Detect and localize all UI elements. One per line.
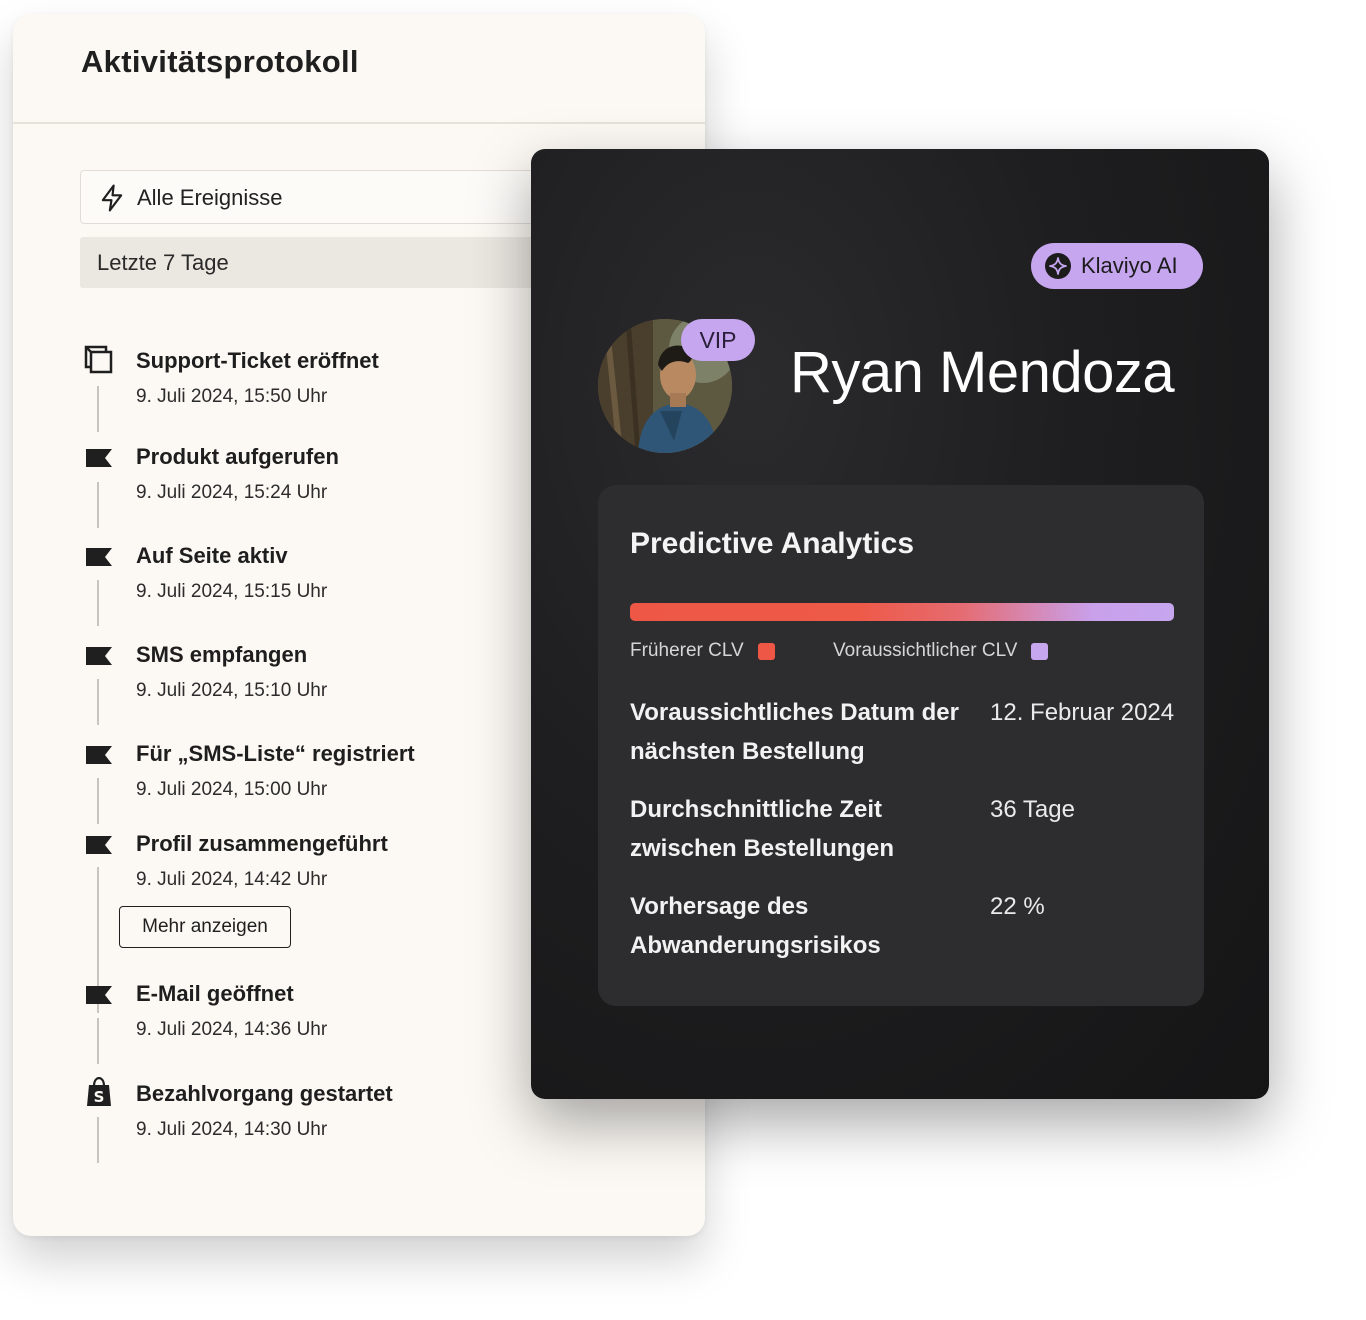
metric-value: 36 Tage xyxy=(990,796,1075,823)
flag-icon xyxy=(86,746,112,764)
timeline-connector xyxy=(97,580,99,626)
event-time: 9. Juli 2024, 15:10 Uhr xyxy=(136,680,328,701)
timeline-connector xyxy=(97,679,99,725)
panel-title: Predictive Analytics xyxy=(630,527,915,560)
vip-badge: VIP xyxy=(681,319,755,361)
event-time: 9. Juli 2024, 15:00 Uhr xyxy=(136,779,328,800)
legend-predicted-clv: Voraussichtlicher CLV xyxy=(833,639,1049,663)
legend-predicted-label: Voraussichtlicher CLV xyxy=(833,640,1018,661)
event-title: Profil zusammengeführt xyxy=(136,831,388,856)
event-time: 9. Juli 2024, 14:36 Uhr xyxy=(136,1019,328,1040)
event-time: 9. Juli 2024, 15:24 Uhr xyxy=(136,482,328,503)
legend-past-swatch xyxy=(757,642,775,660)
timeline-connector xyxy=(97,482,99,528)
svg-text:S: S xyxy=(94,1088,105,1106)
event-title: Produkt aufgerufen xyxy=(136,444,339,469)
metric-label: Vorhersage des Abwanderungsrisikos xyxy=(630,893,881,959)
metric-value: 12. Februar 2024 xyxy=(990,699,1175,726)
legend-past-label: Früherer CLV xyxy=(630,640,744,661)
metric-value: 22 % xyxy=(990,893,1045,920)
timeline-connector xyxy=(97,778,99,824)
sparkle-icon xyxy=(1045,253,1071,279)
support-ticket-icon xyxy=(84,345,113,374)
event-title: Auf Seite aktiv xyxy=(136,543,288,568)
event-time: 9. Juli 2024, 15:15 Uhr xyxy=(136,581,328,602)
flag-icon xyxy=(86,836,112,854)
metric-label: Voraussichtliches Datum der nächsten Bes… xyxy=(630,699,959,765)
flag-icon xyxy=(86,548,112,566)
event-time: 9. Juli 2024, 15:50 Uhr xyxy=(136,386,328,407)
timeline-connector xyxy=(97,1117,99,1163)
event-title: SMS empfangen xyxy=(136,642,308,667)
event-time: 9. Juli 2024, 14:30 Uhr xyxy=(136,1119,328,1140)
timeline-connector xyxy=(97,1018,99,1064)
metric-label: Durchschnittliche Zeit zwischen Bestellu… xyxy=(630,796,895,862)
event-time: 9. Juli 2024, 14:42 Uhr xyxy=(136,869,328,890)
flag-icon xyxy=(86,449,112,467)
stage: Aktivitätsprotokoll Alle Ereignisse Letz… xyxy=(0,0,1366,1320)
customer-profile-card: Klaviyo AI VIP Ryan Mendoza Predictive A… xyxy=(531,149,1269,1099)
show-more-button[interactable]: Mehr anzeigen xyxy=(119,906,291,948)
flag-icon xyxy=(86,986,112,1004)
klaviyo-ai-badge[interactable]: Klaviyo AI xyxy=(1031,243,1203,289)
event-title: E-Mail geöffnet xyxy=(136,981,294,1006)
flag-icon xyxy=(86,647,112,665)
event-title: Für „SMS-Liste“ registriert xyxy=(136,741,415,766)
legend-past-clv: Früherer CLV xyxy=(630,639,775,663)
customer-name: Ryan Mendoza xyxy=(790,340,1175,405)
timeline-connector xyxy=(97,386,99,432)
shopify-bag-icon: S xyxy=(87,1077,111,1106)
event-title: Support-Ticket eröffnet xyxy=(136,348,379,373)
predictive-analytics-panel: Predictive Analytics Früherer CLV Voraus… xyxy=(598,485,1204,1006)
klaviyo-ai-label: Klaviyo AI xyxy=(1081,253,1178,278)
event-title: Bezahlvorgang gestartet xyxy=(136,1081,393,1106)
clv-gradient-bar xyxy=(630,603,1174,621)
legend-predicted-swatch xyxy=(1031,642,1049,660)
